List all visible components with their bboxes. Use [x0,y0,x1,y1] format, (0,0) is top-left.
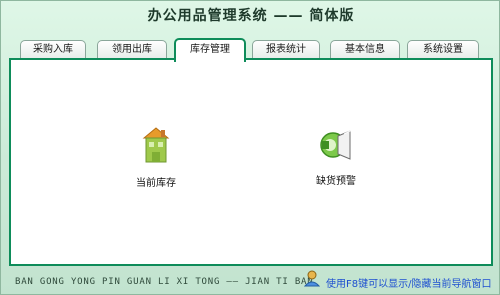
stock-alert-label: 缺货预警 [316,176,356,187]
tab-inventory-management[interactable]: 库存管理 [174,38,246,62]
tab-purchase-in[interactable]: 采购入库 [20,40,86,59]
tab-issue-out[interactable]: 领用出库 [97,40,167,59]
tab-system-settings[interactable]: 系统设置 [407,40,479,59]
tab-reports[interactable]: 报表统计 [252,40,320,59]
megaphone-icon [320,129,353,160]
nav-hint-label: 使用F8键可以显示/隐藏当前导航窗口 [326,279,492,290]
tab-bar: 采购入库 领用出库 库存管理 报表统计 基本信息 系统设置 [1,38,500,62]
building-icon [142,127,170,163]
stock-alert-button[interactable]: 缺货预警 [301,128,371,187]
app-window: 办公用品管理系统 —— 简体版 采购入库 领用出库 库存管理 报表统计 基本信息… [0,0,500,295]
current-inventory-button[interactable]: 当前库存 [121,124,191,189]
tab-basic-info[interactable]: 基本信息 [330,40,400,59]
app-title: 办公用品管理系统 —— 简体版 [147,8,355,24]
user-icon [303,270,321,287]
main-panel: 当前库存 缺货预警 [9,58,493,266]
pinyin-title: BAN GONG YONG PIN GUAN LI XI TONG —— JIA… [15,277,314,287]
current-inventory-label: 当前库存 [136,178,176,189]
